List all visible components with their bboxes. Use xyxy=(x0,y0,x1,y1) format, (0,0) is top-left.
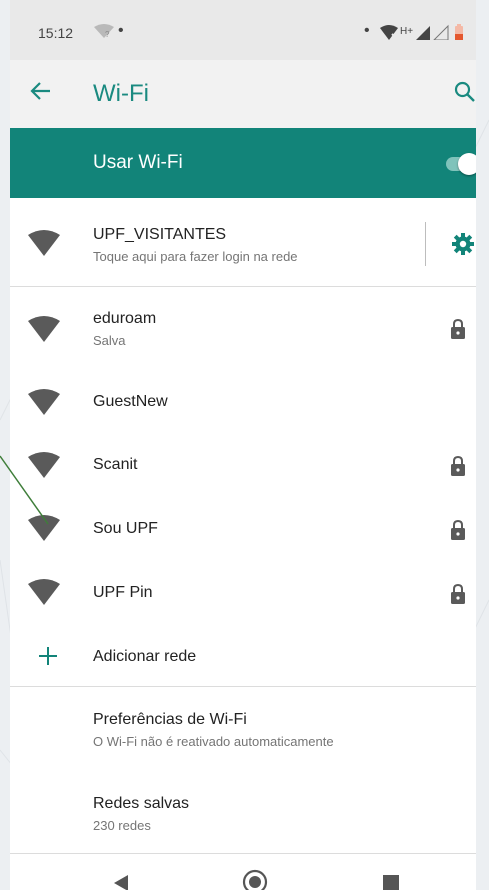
wifi-toggle-switch[interactable] xyxy=(442,152,476,175)
network-row[interactable]: GuestNew xyxy=(10,370,476,434)
use-wifi-row[interactable]: Usar Wi-Fi xyxy=(10,128,476,198)
network-row[interactable]: Sou UPF xyxy=(10,498,476,562)
wifi-signal-icon xyxy=(27,451,61,484)
add-network-row[interactable]: Adicionar rede xyxy=(10,626,476,686)
status-right-icons: H+ xyxy=(380,24,476,43)
network-type-text: H+ xyxy=(400,26,413,37)
network-name: Scanit xyxy=(93,456,138,473)
saved-networks-row[interactable]: Redes salvas 230 redes xyxy=(10,771,476,853)
lock-icon xyxy=(450,583,466,609)
phone-screen: 15:12 ? • • H+ Wi-Fi Usar Wi-Fi UPF_VISI… xyxy=(10,0,476,890)
status-bar: 15:12 ? • • H+ xyxy=(10,0,476,60)
preferences-subtitle: O Wi-Fi não é reativado automaticamente xyxy=(93,734,334,749)
section-divider xyxy=(10,853,476,854)
wifi-signal-icon xyxy=(27,514,61,547)
status-time: 15:12 xyxy=(38,25,74,41)
gear-icon[interactable] xyxy=(452,233,474,260)
nav-back-icon[interactable] xyxy=(113,875,129,890)
wifi-x-icon xyxy=(380,25,398,40)
wifi-signal-icon xyxy=(27,388,61,421)
vertical-divider xyxy=(425,222,426,266)
navigation-bar xyxy=(10,855,476,890)
saved-networks-subtitle: 230 redes xyxy=(93,818,151,833)
network-row[interactable]: eduroam Salva xyxy=(10,296,476,360)
network-name: eduroam xyxy=(93,310,157,327)
section-divider xyxy=(10,286,476,287)
network-row[interactable]: UPF Pin xyxy=(10,562,476,626)
use-wifi-label: Usar Wi-Fi xyxy=(93,152,183,173)
notification-dot: • xyxy=(118,22,124,39)
lock-icon xyxy=(450,519,466,545)
network-name: Sou UPF xyxy=(93,520,158,537)
network-row[interactable]: Scanit xyxy=(10,434,476,498)
lock-icon xyxy=(450,455,466,481)
nav-recents-icon[interactable] xyxy=(383,875,399,890)
back-arrow-icon[interactable] xyxy=(30,80,52,107)
wifi-signal-icon xyxy=(27,229,61,262)
lock-icon xyxy=(450,318,466,344)
network-name: UPF Pin xyxy=(93,584,153,601)
add-network-label: Adicionar rede xyxy=(93,648,197,665)
battery-low-icon xyxy=(455,24,463,40)
preferences-title: Preferências de Wi-Fi xyxy=(93,711,247,728)
nav-home-icon[interactable] xyxy=(242,869,268,890)
page-title: Wi-Fi xyxy=(93,80,149,107)
wifi-signal-icon xyxy=(27,578,61,611)
network-name: GuestNew xyxy=(93,393,168,410)
wifi-preferences-row[interactable]: Preferências de Wi-Fi O Wi-Fi não é reat… xyxy=(10,687,476,771)
wifi-question-icon: ? xyxy=(94,24,114,41)
app-bar: Wi-Fi xyxy=(10,60,476,128)
notification-dot: • xyxy=(364,22,370,39)
network-name: UPF_VISITANTES xyxy=(93,226,227,243)
search-icon[interactable] xyxy=(454,81,476,108)
saved-networks-title: Redes salvas xyxy=(93,795,190,812)
network-row-connected[interactable]: UPF_VISITANTES Toque aqui para fazer log… xyxy=(10,200,476,286)
plus-icon xyxy=(38,646,58,671)
hplus-signal-icon: H+ xyxy=(400,24,449,41)
network-status: Toque aqui para fazer login na rede xyxy=(93,249,298,264)
wifi-signal-icon xyxy=(27,315,61,348)
network-status: Salva xyxy=(93,333,126,348)
svg-text:?: ? xyxy=(105,30,110,38)
